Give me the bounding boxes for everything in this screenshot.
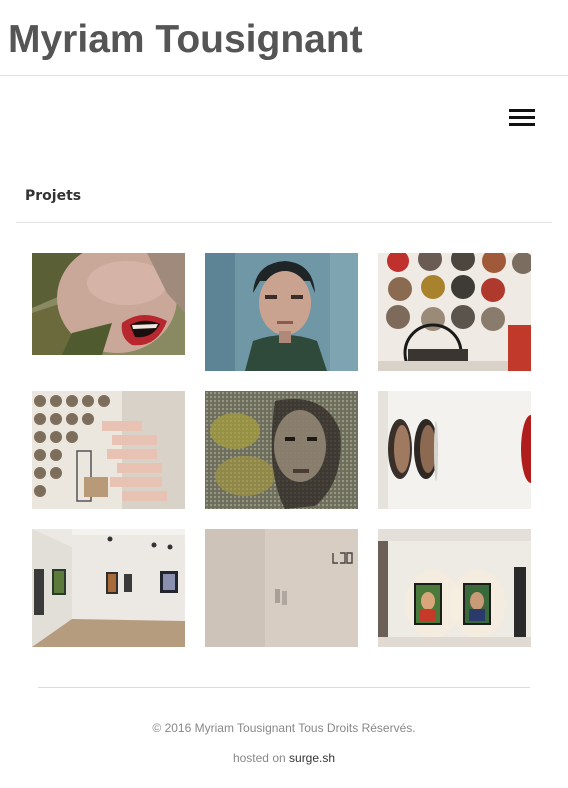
section-title: Projets	[25, 188, 82, 204]
photo-image	[378, 253, 531, 371]
hosted-prefix: hosted on	[232, 751, 286, 765]
hosted-on-text: hosted on surge.sh	[0, 751, 568, 765]
painting-image	[32, 253, 185, 355]
site-header: Myriam Tousignant	[0, 0, 568, 76]
project-thumbnail-round-portraits-wall[interactable]	[378, 253, 531, 371]
project-thumbnail-woman-face-mesh[interactable]	[205, 391, 358, 509]
project-thumbnail-young-man-portrait[interactable]	[205, 253, 358, 371]
hamburger-menu-button[interactable]	[509, 107, 535, 129]
hamburger-icon	[509, 109, 535, 112]
photo-image	[205, 529, 358, 647]
photo-image	[32, 391, 185, 509]
hamburger-icon	[509, 123, 535, 126]
project-thumbnail-round-portraits-side[interactable]	[378, 391, 531, 509]
photo-image	[32, 529, 185, 647]
project-thumbnail-gallery-room-view[interactable]	[32, 529, 185, 647]
painting-image	[205, 253, 358, 371]
site-title[interactable]: Myriam Tousignant	[8, 17, 363, 63]
hosting-link[interactable]: surge.sh	[289, 751, 335, 765]
hamburger-icon	[509, 116, 535, 119]
photo-image	[205, 391, 358, 509]
photo-image	[378, 391, 531, 509]
copyright-text: © 2016 Myriam Tousignant Tous Droits Rés…	[152, 721, 416, 735]
footer-divider	[38, 687, 530, 688]
section-divider	[16, 222, 552, 223]
project-thumbnail-paper-roll-installation[interactable]	[32, 391, 185, 509]
project-thumbnail-wall-lettering[interactable]	[205, 529, 358, 647]
project-thumbnail-two-framed-portraits[interactable]	[378, 529, 531, 647]
project-thumbnail-open-mouth-portrait[interactable]	[32, 253, 185, 355]
photo-image	[378, 529, 531, 647]
